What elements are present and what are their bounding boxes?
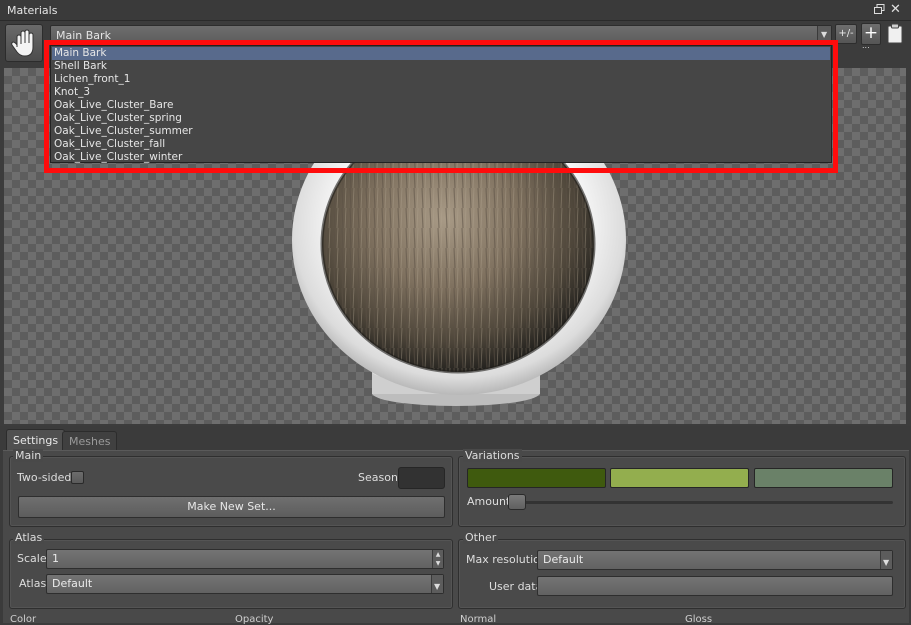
footer-normal-label: Normal <box>460 614 497 625</box>
plus-minus-button[interactable]: +/- <box>835 24 857 44</box>
variation-color-swatch[interactable] <box>610 468 749 488</box>
dropdown-arrow-icon[interactable]: ▼ <box>431 575 443 593</box>
variations-group-label: Variations <box>463 449 522 462</box>
variations-group <box>458 456 906 527</box>
restore-window-icon[interactable] <box>874 4 885 15</box>
window-title: Materials <box>7 4 58 17</box>
pan-hand-button[interactable] <box>5 24 43 62</box>
max-resolution-value: Default <box>543 553 584 566</box>
tab-settings[interactable]: Settings <box>6 429 66 450</box>
amount-slider-track[interactable] <box>524 501 893 504</box>
clipboard-icon <box>887 23 903 44</box>
title-bar <box>0 0 911 21</box>
add-options-dots: ... <box>862 41 870 50</box>
two-sided-label: Two-sided <box>17 471 72 484</box>
other-group-label: Other <box>463 531 499 544</box>
two-sided-checkbox[interactable] <box>71 471 84 484</box>
season-color-swatch[interactable] <box>398 467 445 489</box>
max-resolution-select[interactable]: Default ▼ <box>537 550 893 570</box>
atlas-group-label: Atlas <box>13 531 45 544</box>
user-data-label: User data <box>489 580 543 593</box>
max-resolution-label: Max resolution <box>466 553 547 566</box>
atlas-label: Atlas <box>19 577 47 590</box>
hand-icon <box>11 29 34 57</box>
footer-color-label: Color <box>10 614 37 625</box>
dropdown-arrow-icon[interactable]: ▼ <box>880 551 892 569</box>
scale-spinbox[interactable]: 1 ▲ ▼ <box>46 549 444 569</box>
tab-meshes[interactable]: Meshes <box>62 431 118 450</box>
user-data-input[interactable] <box>537 576 893 596</box>
amount-slider-handle[interactable] <box>508 494 526 510</box>
make-new-set-button[interactable]: Make New Set... <box>18 496 445 518</box>
atlas-select[interactable]: Default ▼ <box>46 574 444 594</box>
scale-label: Scale <box>17 552 47 565</box>
scale-value: 1 <box>52 552 59 565</box>
highlight-annotation-box <box>44 40 838 173</box>
amount-label: Amount <box>467 495 511 508</box>
paste-clipboard-button[interactable] <box>885 23 905 45</box>
variation-color-swatch[interactable] <box>467 468 606 488</box>
footer-opacity-label: Opacity <box>235 614 274 625</box>
main-group-label: Main <box>13 449 44 462</box>
season-label: Season <box>358 471 398 484</box>
close-window-icon[interactable]: ✕ <box>890 3 901 16</box>
spin-arrows-icon[interactable]: ▲ ▼ <box>432 550 443 568</box>
atlas-select-value: Default <box>52 577 93 590</box>
variation-color-swatch[interactable] <box>754 468 893 488</box>
footer-gloss-label: Gloss <box>685 614 713 625</box>
